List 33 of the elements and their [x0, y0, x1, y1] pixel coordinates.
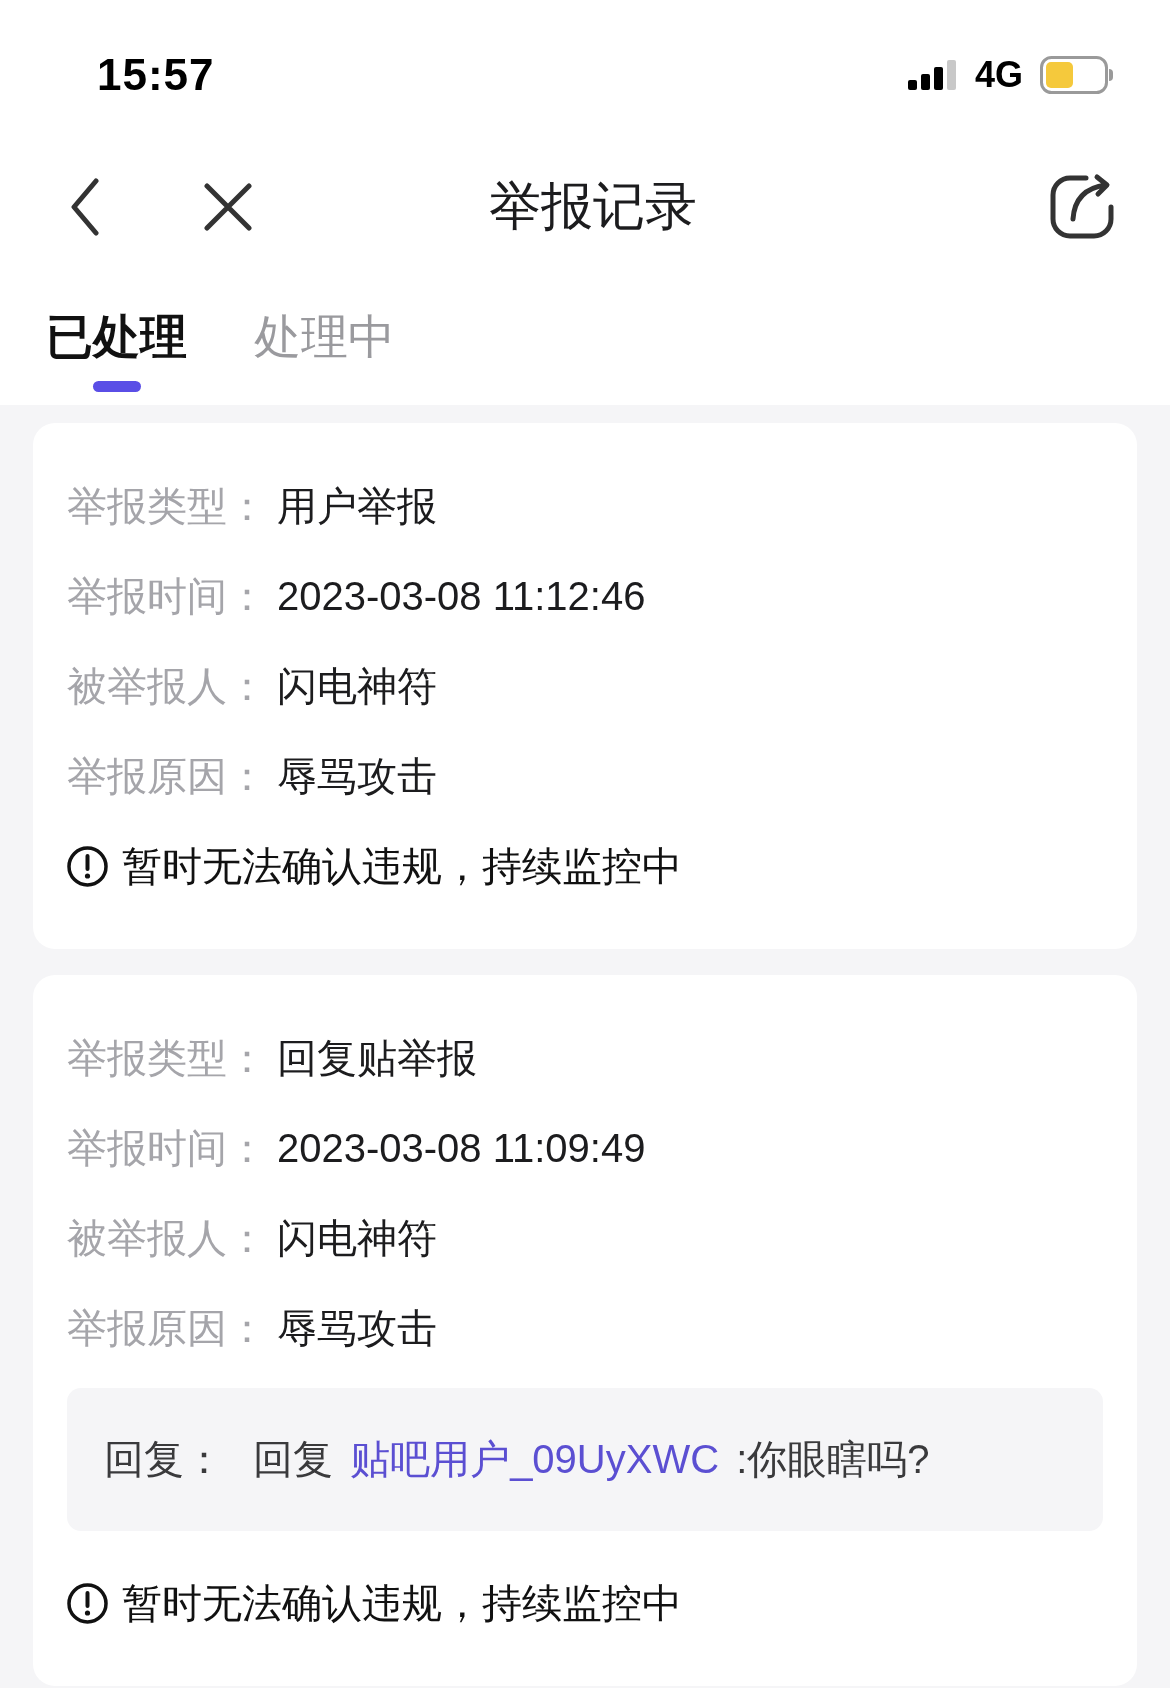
share-icon[interactable] — [1048, 173, 1116, 241]
tab[interactable]: 处理中 — [254, 309, 395, 405]
reply-text: 回复 贴吧用户_09UyXWC :你眼瞎吗? — [253, 1436, 930, 1483]
back-icon[interactable] — [70, 178, 100, 236]
field-label: 被举报人： — [67, 1214, 268, 1262]
tab[interactable]: 已处理 — [46, 309, 187, 405]
field-label: 举报原因： — [67, 752, 268, 800]
signal-icon — [907, 60, 958, 90]
field-label: 举报原因： — [67, 1304, 268, 1352]
field-value: 闪电神符 — [277, 662, 437, 710]
field-label: 被举报人： — [67, 662, 268, 710]
close-icon[interactable] — [204, 183, 252, 231]
network-label: 4G — [974, 54, 1023, 96]
field-value: 2023-03-08 11:09:49 — [277, 1125, 646, 1171]
user-link[interactable]: 贴吧用户_09UyXWC — [350, 1437, 720, 1481]
field-value: 2023-03-08 11:12:46 — [277, 573, 646, 619]
reply-label: 回复： — [104, 1436, 225, 1483]
status-time: 15:57 — [97, 50, 215, 100]
field-label: 举报类型： — [67, 1034, 268, 1082]
page-title: 举报记录 — [489, 176, 697, 237]
field-value: 闪电神符 — [277, 1214, 437, 1262]
field-value: 回复贴举报 — [277, 1034, 477, 1082]
field-label: 举报类型： — [67, 482, 268, 530]
field-label: 举报时间： — [67, 572, 268, 620]
field-label: 举报时间： — [67, 1124, 268, 1172]
exclamation-circle-icon — [67, 1582, 108, 1624]
status-text: 暂时无法确认违规，持续监控中 — [122, 1579, 682, 1627]
exclamation-circle-icon — [67, 845, 108, 887]
field-value: 辱骂攻击 — [277, 1304, 437, 1352]
battery-icon — [1040, 56, 1114, 94]
field-value: 辱骂攻击 — [277, 752, 437, 800]
field-value: 用户举报 — [277, 482, 437, 530]
status-text: 暂时无法确认违规，持续监控中 — [122, 842, 682, 890]
